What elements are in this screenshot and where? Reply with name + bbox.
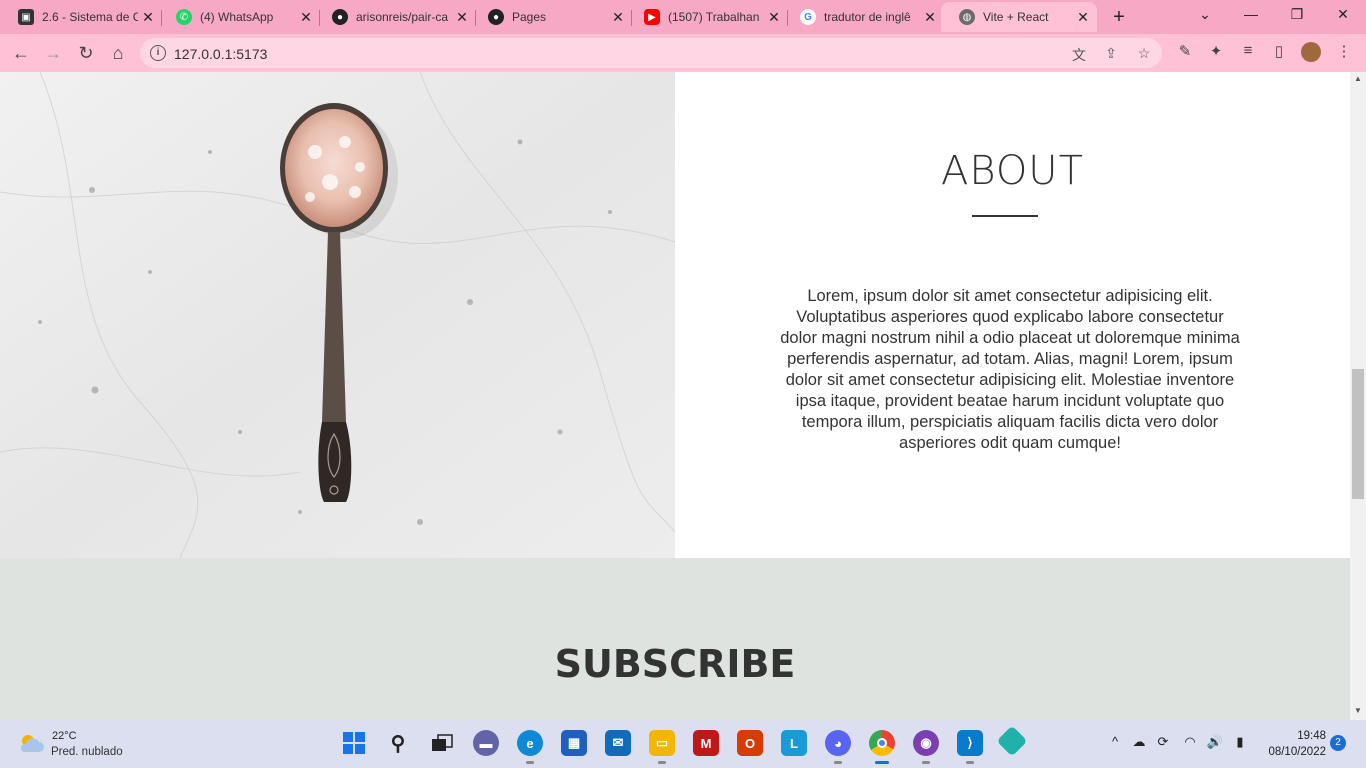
globe-icon: ◍ bbox=[959, 9, 975, 25]
close-tab-icon[interactable]: ✕ bbox=[920, 9, 940, 26]
wifi-icon[interactable]: ◠ bbox=[1180, 734, 1200, 750]
tab-title: (4) WhatsApp bbox=[200, 10, 274, 24]
extensions-puzzle-icon[interactable]: ✦ bbox=[1206, 42, 1226, 62]
tab-title: arisonreis/pair-ca bbox=[356, 10, 449, 24]
back-button[interactable]: ← bbox=[10, 42, 32, 64]
vscode-icon[interactable]: ⟩ bbox=[957, 730, 983, 764]
minimize-button[interactable]: — bbox=[1239, 6, 1263, 22]
about-divider bbox=[972, 215, 1038, 217]
page-viewport: ABOUT Lorem, ipsum dolor sit amet consec… bbox=[0, 72, 1350, 720]
address-bar[interactable]: i 127.0.0.1:5173 文 ⇪ ☆ bbox=[140, 38, 1162, 68]
windows-taskbar: 22°C Pred. nublado ⚲ ▬ e ▦ ✉ ▭ M O L ◕ ◉… bbox=[0, 720, 1366, 768]
github-icon: ● bbox=[332, 9, 348, 25]
tab-sistema[interactable]: ▣ 2.6 - Sistema de C ✕ bbox=[0, 2, 162, 32]
partly-cloudy-icon bbox=[20, 735, 44, 752]
restore-button[interactable]: ❐ bbox=[1285, 6, 1309, 23]
close-tab-icon[interactable]: ✕ bbox=[608, 9, 628, 26]
tab-title: tradutor de inglê bbox=[824, 10, 911, 24]
menu-kebab-icon[interactable]: ⋮ bbox=[1334, 42, 1354, 62]
edge-icon[interactable]: e bbox=[517, 730, 543, 764]
mail-icon[interactable]: ✉ bbox=[605, 730, 631, 756]
tab-title: Pages bbox=[512, 10, 547, 24]
contact-card-icon: ▣ bbox=[18, 9, 34, 25]
tab-title: (1507) Trabalhan bbox=[668, 10, 760, 24]
whatsapp-icon: ✆ bbox=[176, 9, 192, 25]
file-explorer-icon[interactable]: ▭ bbox=[649, 730, 675, 764]
discord-icon[interactable]: ◕ bbox=[825, 730, 851, 764]
github-desktop-icon[interactable]: ◉ bbox=[913, 730, 939, 764]
tab-github-pair[interactable]: ● arisonreis/pair-ca ✕ bbox=[314, 2, 476, 32]
github-icon: ● bbox=[488, 9, 504, 25]
task-view-icon[interactable] bbox=[429, 730, 455, 756]
tab-strip: ▣ 2.6 - Sistema de C ✕ ✆ (4) WhatsApp ✕ … bbox=[0, 0, 1366, 34]
side-panel-icon[interactable]: ▯ bbox=[1269, 42, 1289, 62]
reading-list-icon[interactable]: ≡ bbox=[1238, 42, 1258, 62]
clock-date: 08/10/2022 bbox=[1268, 746, 1326, 758]
scroll-up-arrow[interactable]: ▲ bbox=[1350, 74, 1366, 83]
weather-widget[interactable]: 22°C Pred. nublado bbox=[16, 728, 156, 762]
weather-temperature: 22°C bbox=[52, 730, 77, 742]
close-tab-icon[interactable]: ✕ bbox=[452, 9, 472, 26]
tab-whatsapp[interactable]: ✆ (4) WhatsApp ✕ bbox=[158, 2, 320, 32]
store-icon[interactable]: ▦ bbox=[561, 730, 587, 756]
close-tab-icon[interactable]: ✕ bbox=[764, 9, 784, 26]
about-image bbox=[0, 72, 675, 558]
volume-icon[interactable]: 🔊 bbox=[1205, 734, 1225, 750]
bookmark-star-icon[interactable]: ☆ bbox=[1135, 45, 1153, 63]
office-icon[interactable]: O bbox=[737, 730, 763, 756]
tab-youtube[interactable]: ▶ (1507) Trabalhan ✕ bbox=[626, 2, 788, 32]
close-window-button[interactable]: ✕ bbox=[1331, 6, 1355, 23]
youtube-icon: ▶ bbox=[644, 9, 660, 25]
about-heading: ABOUT bbox=[940, 148, 1085, 194]
tab-google-translate[interactable]: G tradutor de inglê ✕ bbox=[782, 2, 944, 32]
tab-title: 2.6 - Sistema de C bbox=[42, 10, 138, 24]
battery-icon[interactable]: ▮ bbox=[1230, 734, 1250, 750]
eyedropper-extension-icon[interactable]: ✎ bbox=[1175, 42, 1195, 62]
translate-icon[interactable]: 文 bbox=[1070, 45, 1088, 63]
close-tab-icon[interactable]: ✕ bbox=[1073, 9, 1093, 26]
about-section: ABOUT Lorem, ipsum dolor sit amet consec… bbox=[0, 72, 1350, 558]
page-scrollbar[interactable]: ▲ ▼ bbox=[1350, 72, 1366, 720]
subscribe-section: SUBSCRIBE bbox=[0, 558, 1350, 720]
browser-toolbar: ← → ↻ ⌂ i 127.0.0.1:5173 文 ⇪ ☆ ✎ ✦ ≡ ▯ ⋮ bbox=[0, 34, 1366, 72]
close-tab-icon[interactable]: ✕ bbox=[138, 9, 158, 26]
show-hidden-icons-chevron[interactable]: ^ bbox=[1105, 734, 1125, 749]
tab-vite-react[interactable]: ◍ Vite + React ✕ bbox=[941, 2, 1097, 32]
forward-button[interactable]: → bbox=[42, 42, 64, 64]
chrome-icon[interactable] bbox=[869, 730, 895, 764]
scroll-down-arrow[interactable]: ▼ bbox=[1350, 706, 1366, 715]
tab-pages[interactable]: ● Pages ✕ bbox=[470, 2, 632, 32]
mcafee-icon[interactable]: M bbox=[693, 730, 719, 756]
tab-title: Vite + React bbox=[983, 10, 1049, 24]
url-text: 127.0.0.1:5173 bbox=[174, 46, 268, 62]
about-paragraph: Lorem, ipsum dolor sit amet consectetur … bbox=[780, 287, 1240, 452]
about-content: ABOUT Lorem, ipsum dolor sit amet consec… bbox=[675, 72, 1350, 558]
home-button[interactable]: ⌂ bbox=[107, 42, 129, 64]
close-tab-icon[interactable]: ✕ bbox=[296, 9, 316, 26]
profile-avatar[interactable] bbox=[1301, 42, 1321, 62]
scrollbar-thumb[interactable] bbox=[1352, 369, 1364, 499]
onedrive-warning-icon[interactable]: ☁ bbox=[1129, 734, 1149, 750]
salt-spoon-image bbox=[0, 72, 675, 558]
new-tab-button[interactable]: + bbox=[1108, 6, 1130, 28]
windows-start-icon[interactable] bbox=[341, 730, 367, 756]
notification-badge[interactable]: 2 bbox=[1330, 735, 1346, 751]
clock-time: 19:48 bbox=[1297, 730, 1326, 742]
site-info-icon[interactable]: i bbox=[150, 45, 166, 61]
tab-search-icon[interactable]: ⌄ bbox=[1193, 6, 1217, 23]
weather-condition: Pred. nublado bbox=[51, 746, 123, 758]
l-app-icon[interactable]: L bbox=[781, 730, 807, 756]
sync-icon[interactable]: ⟳ bbox=[1153, 734, 1173, 750]
google-icon: G bbox=[800, 9, 816, 25]
reload-button[interactable]: ↻ bbox=[75, 42, 97, 64]
share-icon[interactable]: ⇪ bbox=[1102, 45, 1120, 63]
taskbar-clock[interactable]: 19:48 08/10/2022 bbox=[1258, 728, 1326, 760]
gitkraken-icon[interactable] bbox=[996, 725, 1028, 757]
teams-chat-icon[interactable]: ▬ bbox=[473, 730, 499, 756]
subscribe-heading: SUBSCRIBE bbox=[554, 642, 796, 686]
search-icon[interactable]: ⚲ bbox=[385, 730, 411, 756]
